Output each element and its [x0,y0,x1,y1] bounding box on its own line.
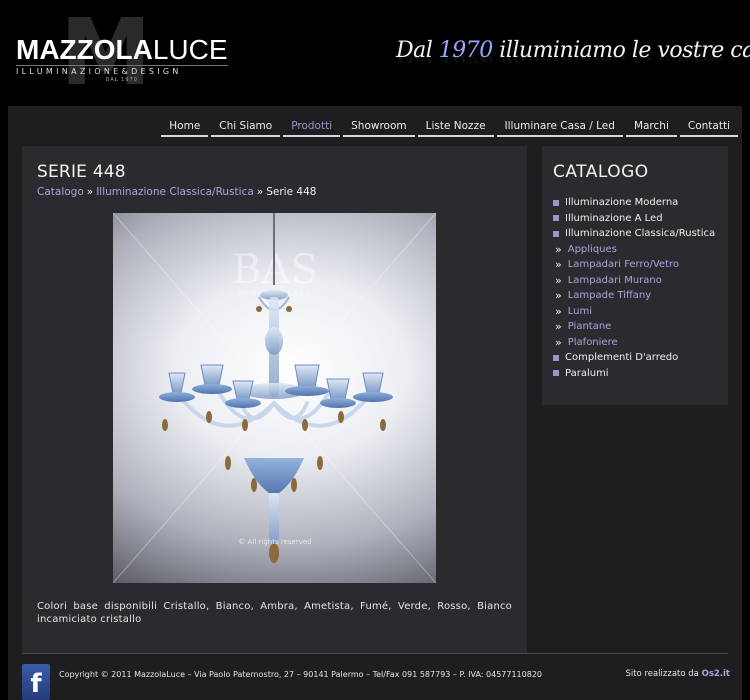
sidebar-item-label: Complementi D'arredo [565,352,679,364]
sidebar-item-complementi-arredo[interactable]: Complementi D'arredo [553,350,723,366]
facebook-icon[interactable]: f [22,664,50,700]
product-panel: SERIE 448 Catalogo» Illuminazione Classic… [22,146,527,653]
sidebar-item-illuminazione-a-led[interactable]: Illuminazione A Led [553,211,723,227]
sidebar-item-label: Illuminazione Moderna [565,197,679,209]
footer-copyright: Copyright © 2011 MazzolaLuce – Via Paolo… [59,670,543,679]
breadcrumb: Catalogo» Illuminazione Classica/Rustica»… [37,186,316,198]
product-image[interactable]: BAS MURANO GLASS © All rights reserved [113,213,436,583]
logo-wordmark: MAZZOLALUCE [16,34,228,65]
bullet-icon [553,199,559,206]
sidebar-item-label: Illuminazione A Led [565,212,663,224]
sidebar-subitem-lampade-tiffany[interactable]: » Lampade Tiffany [553,288,723,304]
credit-link[interactable]: Os2.it [702,669,730,679]
bullet-icon [553,230,559,237]
sidebar-subitem-lampadari-murano[interactable]: » Lampadari Murano [553,273,723,289]
breadcrumb-link-catalogo[interactable]: Catalogo [37,186,84,198]
main-nav: Home Chi Siamo Prodotti Showroom Liste N… [158,118,738,137]
product-description: Colori base disponibili Cristallo, Bianc… [37,601,512,625]
catalog-sidebar: CATALOGO Illuminazione Moderna Illuminaz… [542,146,728,405]
sidebar-subitem-lampadari-ferro-vetro[interactable]: » Lampadari Ferro/Vetro [553,257,723,273]
sidebar-subitem-label: Lumi [567,305,592,317]
logo-since: DAL 1970 [105,77,138,83]
nav-item-illuminare-casa-led[interactable]: Illuminare Casa / Led [496,118,623,137]
nav-item-showroom[interactable]: Showroom [343,118,415,137]
breadcrumb-separator: » [86,186,94,198]
sidebar-item-illuminazione-moderna[interactable]: Illuminazione Moderna [553,195,723,211]
chevron-right-icon: » [555,335,562,349]
bullet-icon [553,215,559,222]
footer-divider [22,653,728,654]
bullet-icon [553,354,559,361]
chevron-right-icon: » [555,289,562,303]
chevron-right-icon: » [555,320,562,334]
sidebar-subitem-label: Lampade Tiffany [567,290,652,302]
site-header: M MAZZOLALUCE ILLUMINAZIONE&DESIGN DAL 1… [0,0,750,106]
sidebar-subitem-appliques[interactable]: » Appliques [553,242,723,258]
sidebar-title: CATALOGO [553,162,649,182]
nav-item-contatti[interactable]: Contatti [679,118,738,137]
chevron-right-icon: » [555,258,562,272]
sidebar-subitem-label: Piantane [567,321,612,333]
footer-credit: Sito realizzato da Os2.it [625,669,730,679]
nav-item-liste-nozze[interactable]: Liste Nozze [417,118,494,137]
nav-item-chi-siamo[interactable]: Chi Siamo [211,118,281,137]
page-container: Home Chi Siamo Prodotti Showroom Liste N… [8,106,742,700]
sidebar-subitem-label: Lampadari Ferro/Vetro [567,259,680,271]
chandelier-illustration: BAS MURANO GLASS © All rights reserved [113,213,436,583]
chevron-right-icon: » [555,242,562,256]
nav-item-marchi[interactable]: Marchi [625,118,677,137]
sidebar-subitem-piantane[interactable]: » Piantane [553,319,723,335]
chevron-right-icon: » [555,273,562,287]
bullet-icon [553,370,559,377]
header-tagline-reflection: Dal 1970 illuminiamo le vostre case [396,51,750,65]
sidebar-item-label: Illuminazione Classica/Rustica [565,228,716,240]
breadcrumb-link-classica-rustica[interactable]: Illuminazione Classica/Rustica [96,186,254,198]
breadcrumb-separator: » [256,186,264,198]
catalog-menu: Illuminazione Moderna Illuminazione A Le… [553,195,723,381]
page-title: SERIE 448 [37,162,126,182]
rights-watermark: © All rights reserved [238,538,311,546]
sidebar-item-paralumi[interactable]: Paralumi [553,366,723,382]
sidebar-item-illuminazione-classica-rustica[interactable]: Illuminazione Classica/Rustica [553,226,723,242]
sidebar-item-label: Paralumi [565,367,609,379]
sidebar-subitem-label: Plafoniere [567,336,618,348]
site-logo[interactable]: MAZZOLALUCE ILLUMINAZIONE&DESIGN DAL 197… [16,36,228,83]
breadcrumb-current: Serie 448 [266,186,317,198]
chevron-right-icon: » [555,304,562,318]
sidebar-subitem-plafoniere[interactable]: » Plafoniere [553,335,723,351]
nav-item-home[interactable]: Home [161,118,209,137]
sidebar-subitem-label: Appliques [567,243,617,255]
credit-prefix: Sito realizzato da [625,669,702,679]
logo-subtitle: ILLUMINAZIONE&DESIGN [16,65,228,76]
sidebar-subitem-label: Lampadari Murano [567,274,662,286]
sidebar-subitem-lumi[interactable]: » Lumi [553,304,723,320]
nav-item-prodotti[interactable]: Prodotti [283,118,341,137]
